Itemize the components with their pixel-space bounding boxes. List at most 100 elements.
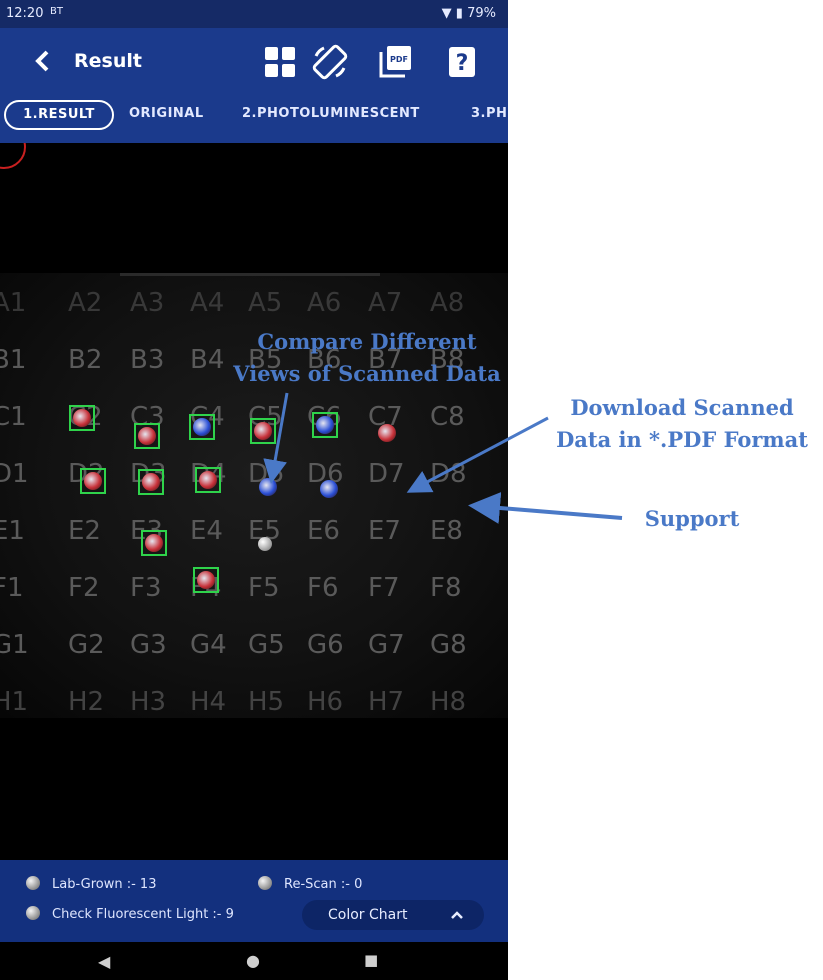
grid-view-button[interactable] — [260, 42, 300, 82]
well-label: H7 — [368, 687, 405, 717]
well-label: C1 — [0, 402, 27, 432]
tab-bar: 1.RESULT ORIGINAL 2.PHOTOLUMINESCENT 3.P… — [0, 96, 508, 132]
well-label: A7 — [368, 288, 403, 318]
well-label: G6 — [307, 630, 344, 660]
detected-stone-marker[interactable] — [374, 420, 400, 446]
well-label: F7 — [368, 573, 400, 603]
annotation-support: Support — [644, 506, 740, 531]
stone-icon — [197, 571, 215, 589]
well-label: E4 — [190, 516, 223, 546]
rescan-count: Re-Scan :- 0 — [284, 877, 363, 892]
diamond-icon — [26, 906, 40, 920]
well-label: G8 — [430, 630, 467, 660]
wifi-icon: ▼ — [441, 6, 452, 21]
nav-home-button[interactable]: ● — [246, 951, 260, 970]
well-label: E7 — [368, 516, 401, 546]
well-label: G7 — [368, 630, 405, 660]
well-label: E6 — [307, 516, 340, 546]
legend-rescan: Re-Scan :- 0 — [258, 876, 362, 892]
well-label: D1 — [0, 459, 29, 489]
fluorescent-count: Check Fluorescent Light :- 9 — [52, 907, 234, 922]
well-label: F3 — [130, 573, 162, 603]
rotate-screen-icon — [312, 44, 348, 80]
stone-icon — [316, 416, 334, 434]
detected-stone-marker[interactable] — [193, 567, 219, 593]
well-label: D8 — [430, 459, 467, 489]
stone-icon — [193, 418, 211, 436]
stone-icon — [320, 480, 338, 498]
well-label: A4 — [190, 288, 225, 318]
well-label: F1 — [0, 573, 24, 603]
well-label: C8 — [430, 402, 465, 432]
detected-stone-marker[interactable] — [250, 418, 276, 444]
well-label: B3 — [130, 345, 165, 375]
rotate-screen-button[interactable] — [310, 42, 350, 82]
stone-icon — [259, 478, 277, 496]
well-label: A5 — [248, 288, 283, 318]
well-label: B4 — [190, 345, 225, 375]
status-bar: 12:20 BT ▼ ▮ 79% — [0, 0, 508, 28]
well-label: A8 — [430, 288, 465, 318]
status-network: BT — [50, 6, 63, 17]
stone-icon — [142, 473, 160, 491]
well-label: G3 — [130, 630, 167, 660]
detected-stone-marker[interactable] — [316, 476, 342, 502]
help-icon-label: ? — [456, 51, 469, 76]
well-label: A3 — [130, 288, 165, 318]
phone-screen: 12:20 BT ▼ ▮ 79% Result PDF ? 1.RESULT O… — [0, 0, 508, 980]
stone-icon — [84, 472, 102, 490]
help-button[interactable]: ? — [442, 42, 482, 82]
help-icon: ? — [449, 47, 475, 77]
legend-check-fluorescent: Check Fluorescent Light :- 9 — [26, 906, 234, 922]
chevron-up-icon — [451, 911, 463, 919]
red-corner-mark — [0, 143, 26, 169]
detected-stone-marker[interactable] — [138, 469, 164, 495]
back-arrow-icon — [35, 50, 49, 72]
battery-icon: ▮ — [455, 6, 463, 21]
annotation-compare-views: Compare Different Views of Scanned Data — [233, 329, 501, 386]
color-chart-button[interactable]: Color Chart — [302, 900, 484, 930]
battery-level: 79% — [467, 6, 496, 21]
result-legend-panel: Lab-Grown :- 13 Re-Scan :- 0 Check Fluor… — [0, 860, 508, 942]
detected-stone-marker[interactable] — [189, 414, 215, 440]
status-time: 12:20 — [6, 6, 44, 21]
detected-stone-marker[interactable] — [69, 405, 95, 431]
well-label: H3 — [130, 687, 167, 717]
detected-stone-marker[interactable] — [312, 412, 338, 438]
tab-original[interactable]: ORIGINAL — [129, 100, 204, 128]
tab-result[interactable]: 1.RESULT — [4, 100, 114, 130]
tab-photoluminescent[interactable]: 2.PHOTOLUMINESCENT — [242, 100, 420, 128]
nav-back-button[interactable]: ◀ — [98, 952, 110, 971]
well-label: F2 — [68, 573, 100, 603]
scan-image[interactable]: A1A2A3A4A5A6A7A8B1B2B3B4B5B6B7B8C1C2C3C4… — [0, 143, 508, 860]
well-label: F6 — [307, 573, 339, 603]
well-label: G5 — [248, 630, 285, 660]
stone-icon — [254, 422, 272, 440]
annotation-download-pdf: Download Scanned Data in *.PDF Format — [556, 395, 808, 452]
diamond-icon — [258, 876, 272, 890]
app-header: Result PDF ? 1.RESULT ORIGINAL 2.PHOTOLU… — [0, 28, 508, 143]
pdf-download-icon: PDF — [379, 46, 411, 78]
well-label: H8 — [430, 687, 467, 717]
detected-stone-marker[interactable] — [141, 530, 167, 556]
diamond-icon — [26, 876, 40, 890]
nav-recents-button[interactable]: ■ — [364, 951, 378, 969]
detected-stone-marker[interactable] — [255, 474, 281, 500]
detected-stone-marker[interactable] — [80, 468, 106, 494]
well-label: F8 — [430, 573, 462, 603]
detected-stone-marker[interactable] — [134, 423, 160, 449]
back-button[interactable] — [30, 46, 60, 76]
well-label: H2 — [68, 687, 105, 717]
well-label: A6 — [307, 288, 342, 318]
well-label: H4 — [190, 687, 227, 717]
detected-stone-marker[interactable] — [195, 467, 221, 493]
well-label: B1 — [0, 345, 27, 375]
pdf-download-button[interactable]: PDF — [376, 42, 416, 82]
stone-icon — [199, 471, 217, 489]
stone-icon — [378, 424, 396, 442]
grid-view-icon — [265, 47, 295, 77]
tab-3[interactable]: 3.PH — [471, 100, 508, 128]
unmarked-stone — [258, 537, 272, 551]
system-nav-bar: ◀ ● ■ — [0, 942, 508, 980]
lab-grown-count: Lab-Grown :- 13 — [52, 877, 157, 892]
